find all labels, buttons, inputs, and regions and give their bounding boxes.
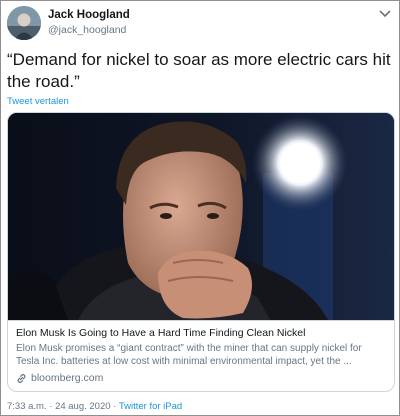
link-preview-card[interactable]: Elon Musk Is Going to Have a Hard Time F… (7, 112, 395, 392)
card-image[interactable] (8, 113, 394, 320)
card-title: Elon Musk Is Going to Have a Hard Time F… (16, 327, 306, 339)
author-name[interactable]: Jack Hoogland (48, 9, 130, 21)
tweet-embed: Jack Hoogland @jack_hoogland “Demand for… (0, 0, 400, 416)
tweet-meta: 7:33 a.m. · 24 aug. 2020 · Twitter for i… (7, 401, 182, 412)
link-icon (17, 373, 26, 383)
tweet-text: “Demand for nickel to soar as more elect… (7, 50, 391, 91)
translate-tweet-link[interactable]: Tweet vertalen (7, 96, 69, 107)
avatar[interactable] (7, 6, 41, 40)
tweet-date[interactable]: 24 aug. 2020 (55, 401, 110, 412)
author-handle[interactable]: @jack_hoogland (48, 24, 126, 36)
card-body: Elon Musk Is Going to Have a Hard Time F… (8, 320, 394, 391)
meta-separator: · (49, 401, 53, 412)
avatar-image (7, 6, 41, 40)
tweet-time[interactable]: 7:33 a.m. (7, 401, 47, 412)
card-domain: bloomberg.com (31, 372, 104, 384)
tweet-source-link[interactable]: Twitter for iPad (119, 401, 182, 412)
tweet-header: Jack Hoogland @jack_hoogland (1, 1, 399, 45)
meta-separator: · (113, 401, 117, 412)
card-domain-row: bloomberg.com (16, 372, 386, 384)
card-photo (8, 113, 394, 320)
card-description: Elon Musk promises a “giant contract” wi… (16, 343, 362, 367)
chevron-down-icon[interactable] (379, 9, 391, 19)
